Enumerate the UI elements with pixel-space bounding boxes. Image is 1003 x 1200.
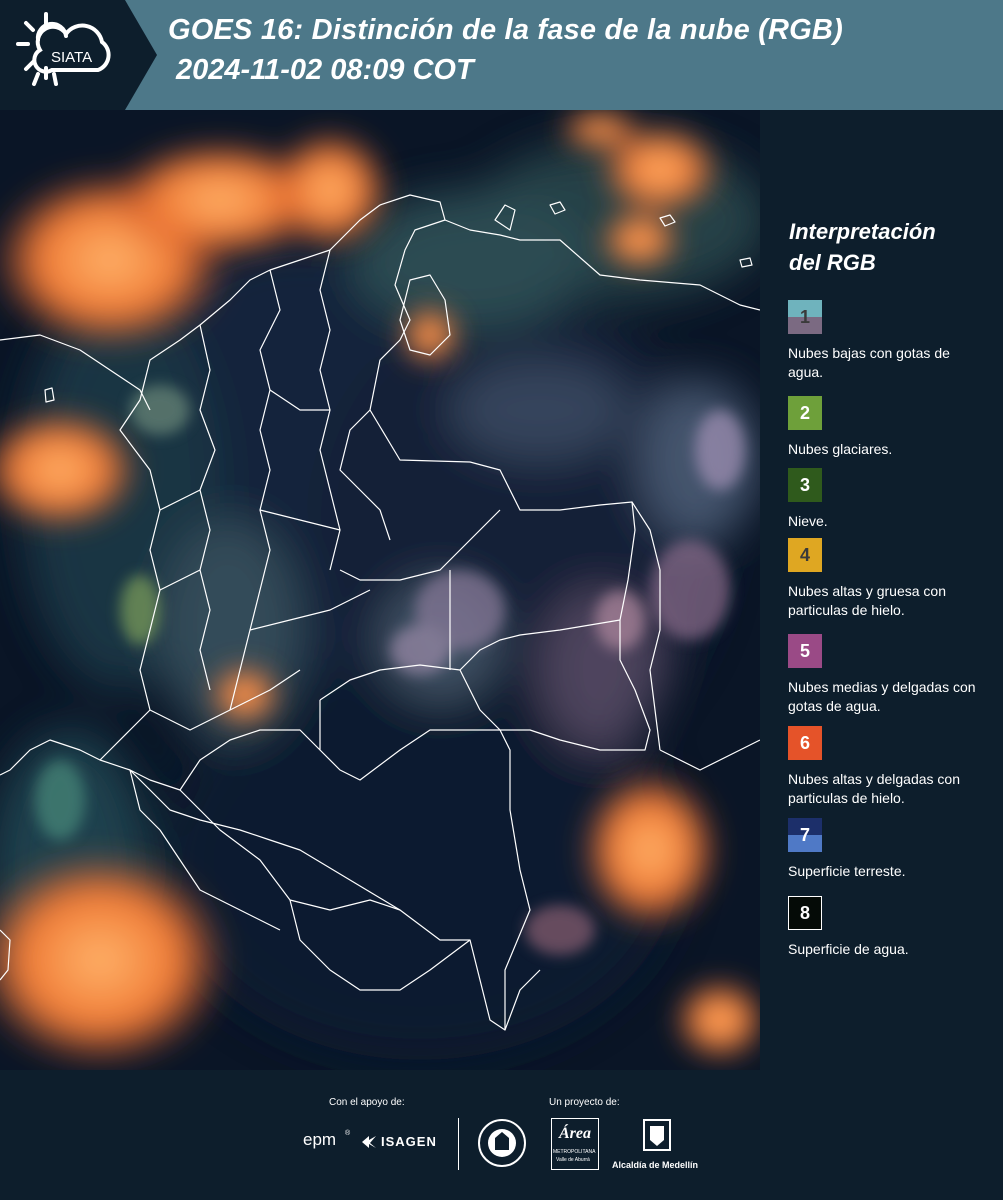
header: SIATA GOES 16: Distinción de la fase de …	[0, 0, 1003, 110]
legend-number-7: 7	[799, 824, 810, 845]
legend-swatch-2: 2	[788, 396, 822, 430]
siata-logo: SIATA	[0, 0, 125, 110]
epm-logo: epm	[303, 1130, 337, 1149]
legend-label-1: Nubes bajas con gotas de agua.	[788, 345, 950, 380]
project-caption: Un proyecto de:	[549, 1097, 620, 1108]
university-seal-icon	[478, 1119, 526, 1167]
registered-icon: ®	[345, 1130, 351, 1137]
area-logo-text: Área	[559, 1125, 591, 1142]
legend-swatch-1: 1	[788, 300, 822, 334]
legend-swatch-8: 8	[788, 896, 822, 930]
legend-panel: Interpretación del RGB 1 Nubes bajas con…	[760, 110, 1003, 1070]
legend-title-line2: del RGB	[789, 250, 876, 275]
legend-title: Interpretación del RGB	[789, 216, 989, 278]
isagen-symbol-icon	[362, 1136, 376, 1148]
footer-divider	[458, 1118, 459, 1170]
legend-number-6: 6	[799, 732, 810, 753]
legend-label-2: Nubes glaciares.	[788, 441, 893, 457]
legend-number-1: 1	[799, 306, 810, 327]
legend-label-3: Nieve.	[788, 513, 828, 529]
area-metropolitana-logo: Área METROPOLITANA Valle de Aburrá	[551, 1118, 599, 1170]
area-logo-subtitle2: Valle de Aburrá	[556, 1157, 590, 1163]
legend-number-8: 8	[799, 902, 810, 923]
footer: Con el apoyo de: Un proyecto de: epm ® I…	[0, 1070, 1003, 1200]
legend-label-6: Nubes altas y delgadas con particulas de…	[788, 771, 960, 806]
legend-label-4: Nubes altas y gruesa con particulas de h…	[788, 583, 946, 618]
legend-label-5: Nubes medias y delgadas con gotas de agu…	[788, 679, 976, 714]
alcaldia-label: Alcaldía de Medellín	[612, 1160, 699, 1170]
logo-arrow-shape	[125, 0, 157, 110]
legend-number-3: 3	[799, 474, 810, 495]
legend-number-2: 2	[799, 402, 810, 423]
satellite-map	[0, 110, 760, 1070]
legend-number-5: 5	[799, 640, 810, 661]
legend-number-4: 4	[799, 544, 810, 565]
legend-swatch-6: 6	[788, 726, 822, 760]
page-timestamp: 2024-11-02 08:09 COT	[176, 54, 474, 86]
support-caption: Con el apoyo de:	[329, 1097, 405, 1108]
legend-label-8: Superficie de agua.	[788, 941, 909, 957]
alcaldia-shield-icon	[643, 1119, 671, 1151]
legend-swatch-7: 7	[788, 818, 822, 852]
legend-label-7: Superficie terreste.	[788, 863, 906, 879]
area-logo-subtitle: METROPOLITANA	[553, 1149, 596, 1155]
siata-logo-text: SIATA	[51, 49, 92, 66]
legend-swatch-5: 5	[788, 634, 822, 668]
siata-sun-cloud-icon: SIATA	[16, 12, 111, 86]
page-title: GOES 16: Distinción de la fase de la nub…	[168, 14, 843, 46]
legend-title-line1: Interpretación	[789, 219, 936, 244]
legend-swatch-4: 4	[788, 538, 822, 572]
isagen-logo: ISAGEN	[381, 1134, 437, 1149]
legend-swatch-3: 3	[788, 468, 822, 502]
satellite-map-image	[0, 110, 760, 1070]
